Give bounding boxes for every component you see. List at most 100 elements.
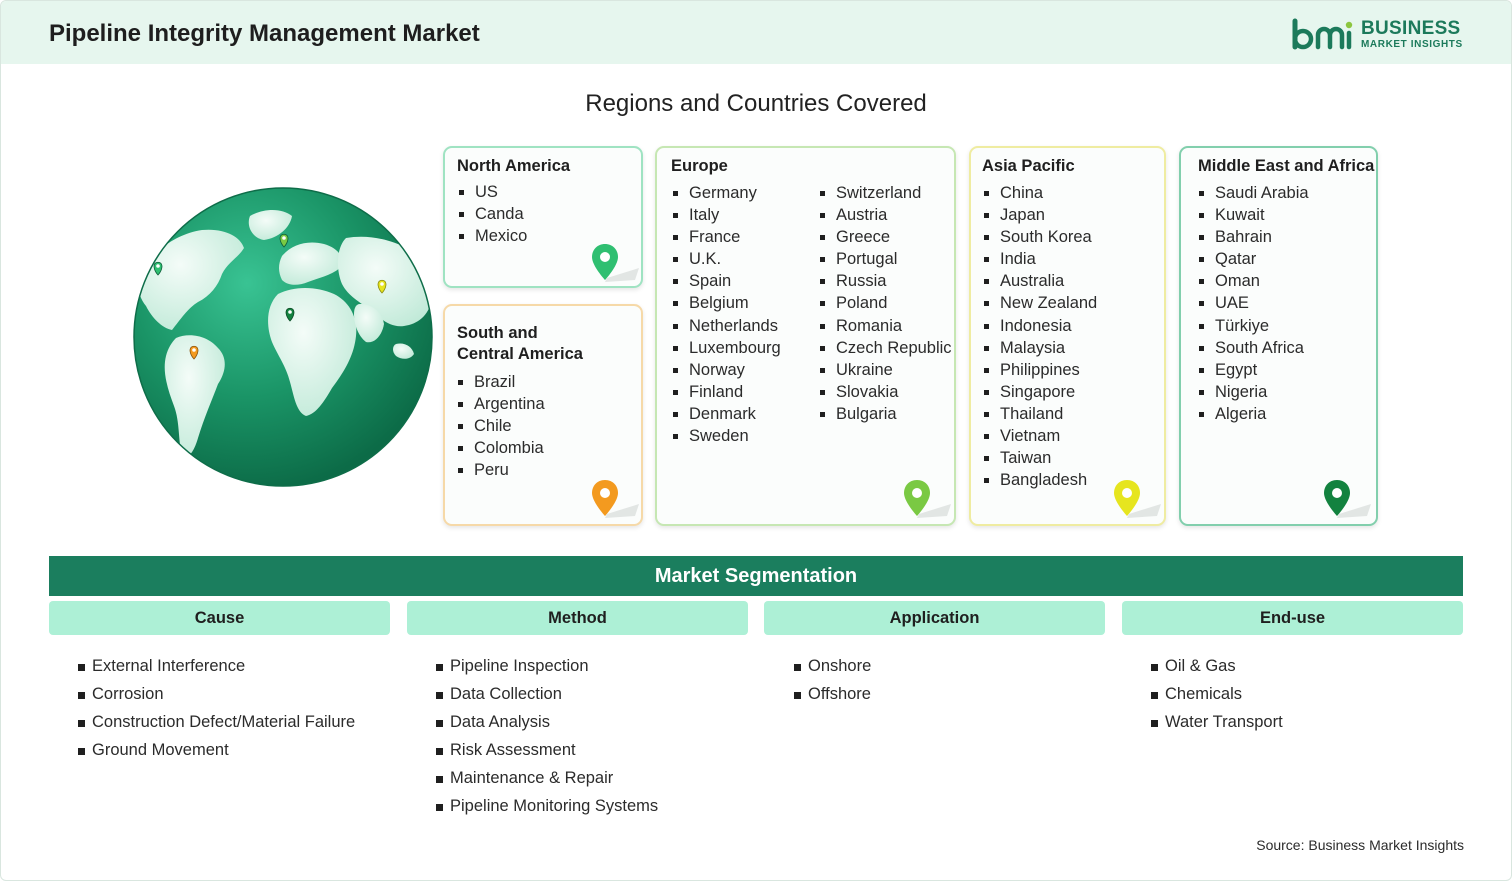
segment-list-application: Onshore Offshore xyxy=(794,652,871,708)
region-card-south-central-america: South and Central America Brazil Argenti… xyxy=(443,304,643,526)
segment-item: External Interference xyxy=(78,652,355,680)
regions-title: Regions and Countries Covered xyxy=(585,90,927,117)
country-item: Mexico xyxy=(458,225,527,247)
country-item: Denmark xyxy=(672,403,781,425)
country-item: Belgium xyxy=(672,292,781,314)
segment-item: Data Analysis xyxy=(436,708,658,736)
segment-heading-method: Method xyxy=(407,601,748,635)
segment-item: Water Transport xyxy=(1151,708,1283,736)
country-item: Kuwait xyxy=(1198,204,1309,226)
map-pin-icon xyxy=(592,480,639,518)
country-item: Australia xyxy=(983,270,1097,292)
country-item: Colombia xyxy=(457,437,545,459)
region-title: Middle East and Africa xyxy=(1198,157,1375,175)
segment-item: Oil & Gas xyxy=(1151,652,1283,680)
segment-item: Chemicals xyxy=(1151,680,1283,708)
region-title-line: Central America xyxy=(457,345,583,363)
country-list-column-1: Germany Italy France U.K. Spain Belgium … xyxy=(672,182,781,447)
country-item: Philippines xyxy=(983,359,1097,381)
segment-item: Corrosion xyxy=(78,680,355,708)
country-item: Czech Republic xyxy=(819,337,952,359)
region-card-middle-east-africa: Middle East and Africa Saudi Arabia Kuwa… xyxy=(1179,146,1378,526)
region-title: South and Central America xyxy=(457,323,583,365)
segment-list-method: Pipeline Inspection Data Collection Data… xyxy=(436,652,658,820)
region-title: Europe xyxy=(671,157,728,175)
country-item: Egypt xyxy=(1198,359,1309,381)
region-card-north-america: North America US Canda Mexico xyxy=(443,146,643,288)
segment-list-cause: External Interference Corrosion Construc… xyxy=(78,652,355,764)
country-item: Canda xyxy=(458,203,527,225)
segment-item: Onshore xyxy=(794,652,871,680)
country-item: Algeria xyxy=(1198,403,1309,425)
country-item: US xyxy=(458,181,527,203)
segment-heading-cause: Cause xyxy=(49,601,390,635)
bmi-logo-icon xyxy=(1292,18,1353,50)
country-item: Türkiye xyxy=(1198,315,1309,337)
country-item: Netherlands xyxy=(672,315,781,337)
country-item: Vietnam xyxy=(983,425,1097,447)
country-list: US Canda Mexico xyxy=(458,181,527,247)
country-item: Saudi Arabia xyxy=(1198,182,1309,204)
country-item: Oman xyxy=(1198,270,1309,292)
country-item: Taiwan xyxy=(983,447,1097,469)
country-item: Portugal xyxy=(819,248,952,270)
country-item: Thailand xyxy=(983,403,1097,425)
country-item: France xyxy=(672,226,781,248)
country-item: Germany xyxy=(672,182,781,204)
country-item: Bangladesh xyxy=(983,469,1097,491)
map-pin-icon xyxy=(1324,480,1371,518)
country-item: Chile xyxy=(457,415,545,437)
segment-item: Construction Defect/Material Failure xyxy=(78,708,355,736)
region-card-europe: Europe Germany Italy France U.K. Spain B… xyxy=(655,146,956,526)
map-pin-icon xyxy=(1114,480,1161,518)
globe-icon xyxy=(132,186,434,488)
country-item: Malaysia xyxy=(983,337,1097,359)
logo-wordmark-bottom: MARKET INSIGHTS xyxy=(1361,39,1463,50)
country-item: Spain xyxy=(672,270,781,292)
country-item: Russia xyxy=(819,270,952,292)
source-note: Source: Business Market Insights xyxy=(1256,837,1464,853)
country-list-column-2: Switzerland Austria Greece Portugal Russ… xyxy=(819,182,952,425)
map-pin-icon xyxy=(592,244,639,282)
bmi-logo[interactable]: BUSINESS MARKET INSIGHTS xyxy=(1291,17,1466,53)
country-item: Switzerland xyxy=(819,182,952,204)
segment-item: Offshore xyxy=(794,680,871,708)
country-item: Qatar xyxy=(1198,248,1309,270)
map-pin-icon xyxy=(904,480,951,518)
segment-item: Risk Assessment xyxy=(436,736,658,764)
country-item: UAE xyxy=(1198,292,1309,314)
page-title: Pipeline Integrity Management Market xyxy=(49,20,480,47)
country-item: South Korea xyxy=(983,226,1097,248)
country-item: Greece xyxy=(819,226,952,248)
country-item: Japan xyxy=(983,204,1097,226)
country-item: Luxembourg xyxy=(672,337,781,359)
country-item: Italy xyxy=(672,204,781,226)
country-item: Norway xyxy=(672,359,781,381)
country-item: Finland xyxy=(672,381,781,403)
segment-heading-end-use: End-use xyxy=(1122,601,1463,635)
country-item: Indonesia xyxy=(983,315,1097,337)
country-item: Brazil xyxy=(457,371,545,393)
region-title: Asia Pacific xyxy=(982,157,1075,175)
country-item: Poland xyxy=(819,292,952,314)
segment-item: Maintenance & Repair xyxy=(436,764,658,792)
region-title: North America xyxy=(457,157,571,175)
country-item: Singapore xyxy=(983,381,1097,403)
country-item: China xyxy=(983,182,1097,204)
segment-item: Pipeline Inspection xyxy=(436,652,658,680)
country-item: South Africa xyxy=(1198,337,1309,359)
country-list: Saudi Arabia Kuwait Bahrain Qatar Oman U… xyxy=(1198,182,1309,425)
country-item: Argentina xyxy=(457,393,545,415)
country-item: Nigeria xyxy=(1198,381,1309,403)
country-item: India xyxy=(983,248,1097,270)
segment-heading-application: Application xyxy=(764,601,1105,635)
region-card-asia-pacific: Asia Pacific China Japan South Korea Ind… xyxy=(969,146,1166,526)
country-item: New Zealand xyxy=(983,292,1097,314)
country-item: Slovakia xyxy=(819,381,952,403)
segment-item: Pipeline Monitoring Systems xyxy=(436,792,658,820)
segment-item: Ground Movement xyxy=(78,736,355,764)
country-item: Sweden xyxy=(672,425,781,447)
market-segmentation-banner: Market Segmentation xyxy=(49,556,1463,596)
country-list: Brazil Argentina Chile Colombia Peru xyxy=(457,371,545,481)
country-item: Bahrain xyxy=(1198,226,1309,248)
